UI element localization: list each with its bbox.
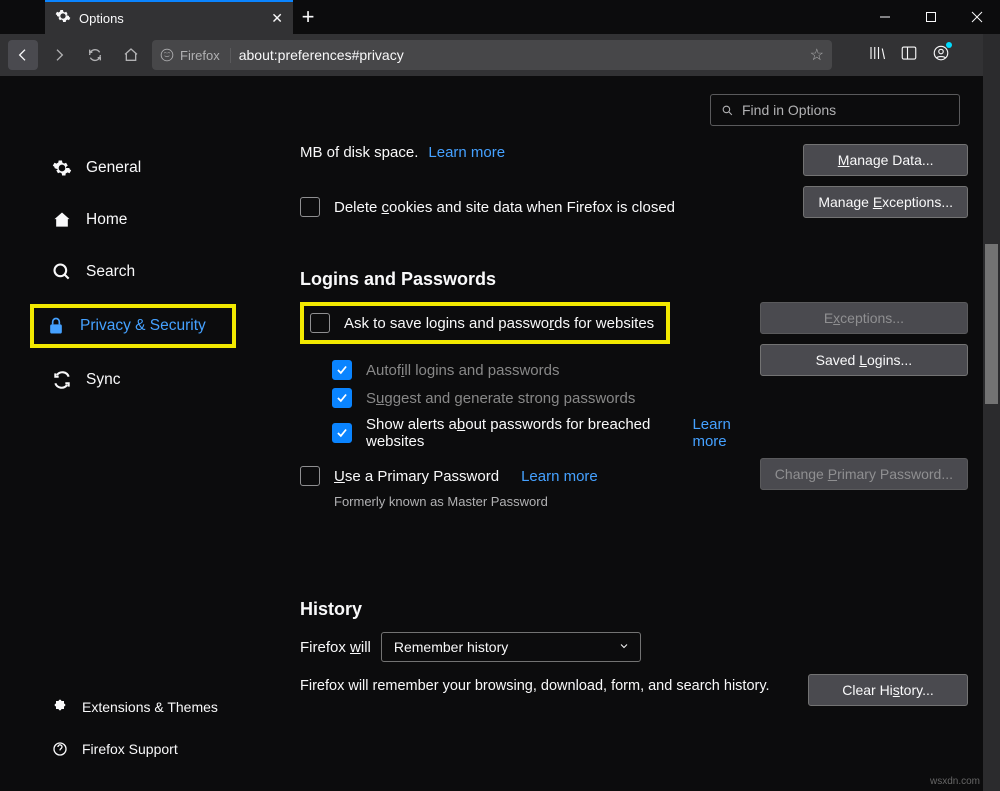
watermark: wsxdn.com (930, 776, 980, 787)
gear-icon (52, 158, 72, 178)
sidebar-item-label: Firefox Support (82, 741, 178, 757)
browser-tab[interactable]: Options ✕ (45, 0, 293, 34)
suggest-passwords-checkbox[interactable] (332, 388, 352, 408)
close-window-button[interactable] (954, 0, 1000, 34)
breach-learn-more-link[interactable]: Learn more (692, 416, 759, 450)
minimize-button[interactable] (862, 0, 908, 34)
sidebar-item-sync[interactable]: Sync (0, 360, 250, 400)
saved-logins-button[interactable]: Saved Logins... (760, 344, 968, 376)
clear-history-button[interactable]: Clear History... (808, 674, 968, 706)
history-mode-value: Remember history (394, 639, 508, 655)
firefox-will-label: Firefox will (300, 639, 371, 656)
bookmark-star-icon[interactable]: ☆ (810, 45, 824, 65)
address-bar[interactable]: Firefox about:preferences#privacy ☆ (152, 40, 832, 70)
primary-password-checkbox[interactable] (300, 466, 320, 486)
gear-icon (55, 8, 71, 29)
primary-learn-more-link[interactable]: Learn more (521, 468, 598, 485)
home-icon (52, 210, 72, 230)
disk-learn-more-link[interactable]: Learn more (428, 144, 505, 161)
puzzle-icon (52, 699, 68, 715)
manage-data-button[interactable]: Manage Data... (803, 144, 968, 176)
window-controls (862, 0, 1000, 34)
breach-alerts-label: Show alerts about passwords for breached… (366, 416, 670, 450)
main-content: Find in Options MB of disk space. Learn … (250, 76, 1000, 791)
back-button[interactable] (8, 40, 38, 70)
sidebar-item-general[interactable]: General (0, 148, 250, 188)
security-label: Firefox (180, 48, 220, 63)
disk-space-line: MB of disk space. Learn more (300, 144, 803, 161)
maximize-button[interactable] (908, 0, 954, 34)
titlebar: Options ✕ + (0, 0, 1000, 34)
help-icon (52, 741, 68, 757)
manage-exceptions-button[interactable]: Manage Exceptions... (803, 186, 968, 218)
chevron-down-icon (618, 639, 630, 655)
ask-save-logins-checkbox[interactable] (310, 313, 330, 333)
reload-button[interactable] (80, 40, 110, 70)
sidebar: General Home Search Privacy & Security S… (0, 76, 250, 791)
account-icon[interactable] (932, 44, 950, 67)
new-tab-button[interactable]: + (293, 0, 323, 34)
scrollbar-thumb[interactable] (985, 244, 998, 404)
search-icon (721, 104, 734, 117)
history-description: Firefox will remember your browsing, dow… (300, 676, 800, 698)
search-placeholder: Find in Options (742, 102, 836, 118)
sidebar-item-search[interactable]: Search (0, 252, 250, 292)
autofill-label: Autofill logins and passwords (366, 362, 559, 379)
url-text: about:preferences#privacy (239, 47, 802, 63)
delete-cookies-checkbox[interactable] (300, 197, 320, 217)
formerly-text: Formerly known as Master Password (334, 494, 760, 509)
change-primary-password-button[interactable]: Change Primary Password... (760, 458, 968, 490)
sidebar-item-label: Home (86, 211, 127, 229)
sidebar-item-home[interactable]: Home (0, 200, 250, 240)
breach-alerts-checkbox[interactable] (332, 423, 352, 443)
sidebar-item-privacy[interactable]: Privacy & Security (30, 304, 236, 348)
delete-cookies-label: Delete cookies and site data when Firefo… (334, 199, 675, 216)
search-icon (52, 262, 72, 282)
forward-button[interactable] (44, 40, 74, 70)
sidebar-support[interactable]: Firefox Support (0, 731, 250, 767)
logins-exceptions-button[interactable]: Exceptions... (760, 302, 968, 334)
primary-password-label: Use a Primary Password (334, 468, 499, 485)
find-in-options-input[interactable]: Find in Options (710, 94, 960, 126)
sidebar-item-label: Privacy & Security (80, 317, 206, 335)
library-icon[interactable] (868, 44, 886, 67)
lock-icon (46, 316, 66, 336)
toolbar-icons (838, 44, 956, 67)
sidebar-item-label: General (86, 159, 141, 177)
sync-icon (52, 370, 72, 390)
home-button[interactable] (116, 40, 146, 70)
sidebar-item-label: Sync (86, 371, 120, 389)
vertical-scrollbar[interactable] (983, 34, 1000, 791)
sidebar-item-label: Search (86, 263, 135, 281)
logins-heading: Logins and Passwords (300, 269, 968, 290)
sidebar-extensions[interactable]: Extensions & Themes (0, 689, 250, 725)
close-tab-icon[interactable]: ✕ (271, 10, 283, 27)
sidebar-icon[interactable] (900, 44, 918, 67)
sidebar-item-label: Extensions & Themes (82, 699, 218, 715)
history-mode-select[interactable]: Remember history (381, 632, 641, 662)
connection-info[interactable]: Firefox (160, 48, 231, 63)
history-heading: History (300, 599, 968, 620)
suggest-passwords-label: Suggest and generate strong passwords (366, 390, 635, 407)
tab-title: Options (79, 11, 271, 26)
urlbar: Firefox about:preferences#privacy ☆ (0, 34, 1000, 76)
ask-save-logins-label: Ask to save logins and passwords for web… (344, 315, 654, 332)
autofill-checkbox[interactable] (332, 360, 352, 380)
